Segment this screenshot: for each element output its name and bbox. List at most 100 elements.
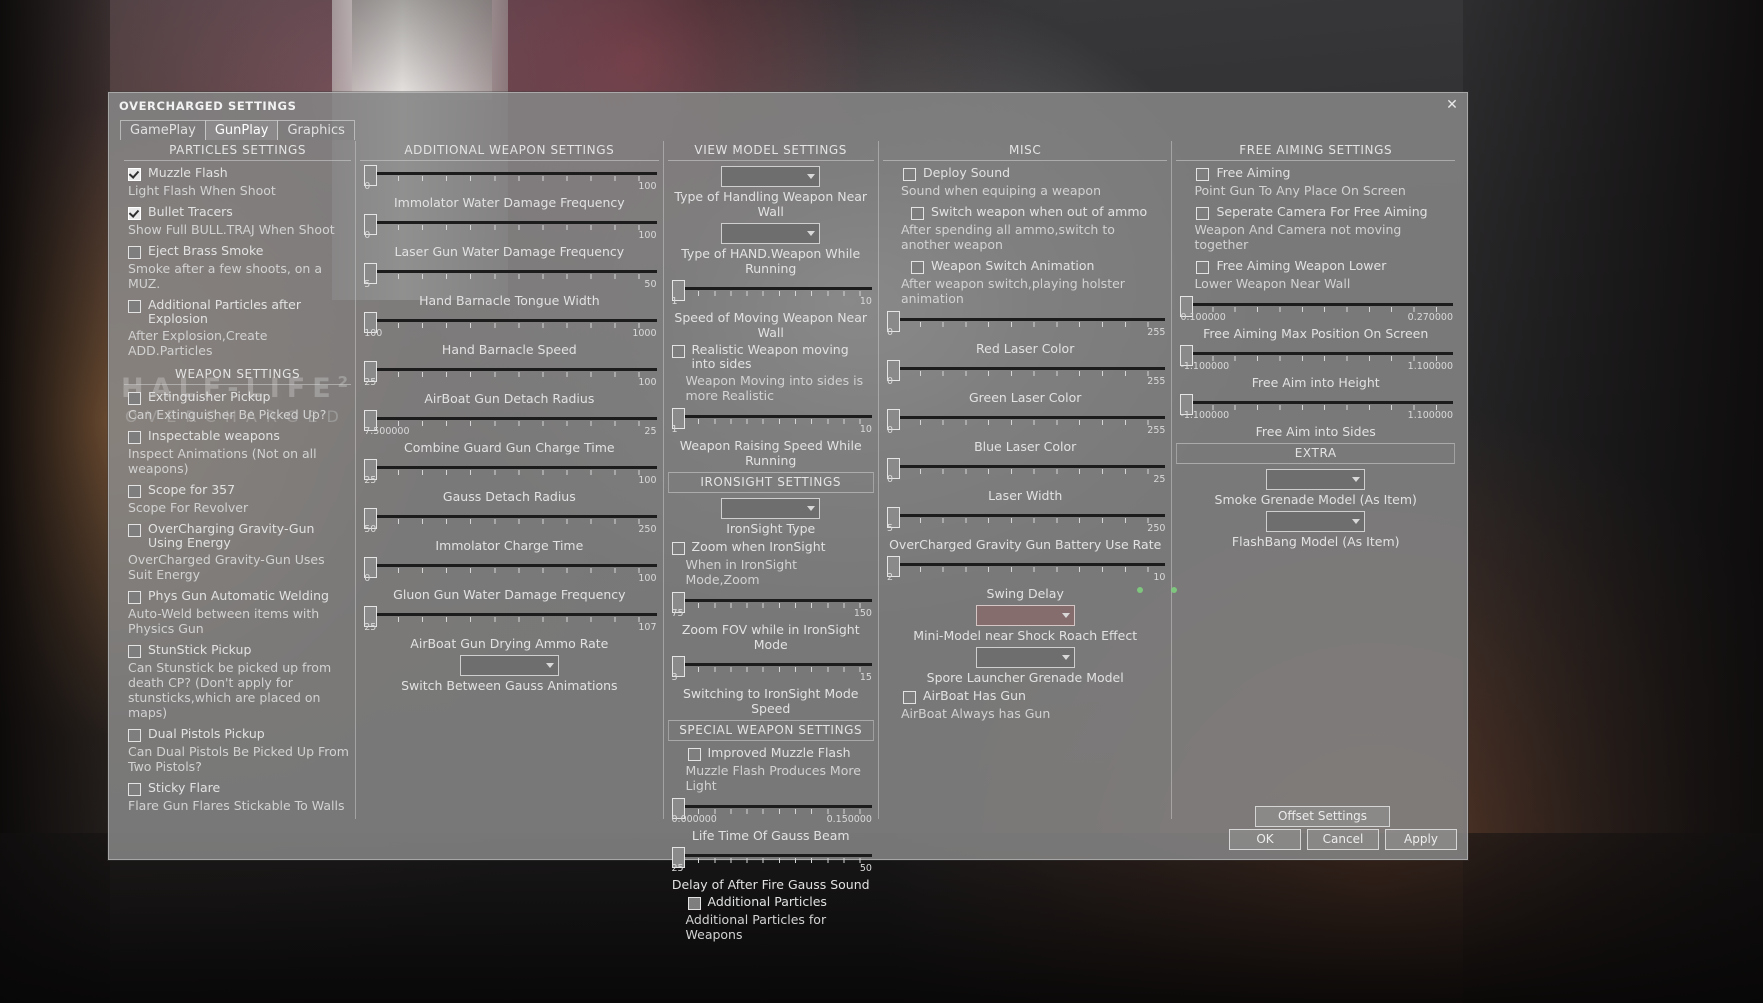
slider-immolator-water-damage-frequency[interactable]: 0 100 Immolator Water Damage Frequency: [360, 165, 658, 210]
checkbox-stunstick-pickup[interactable]: [128, 645, 141, 658]
checkbox-row[interactable]: Deploy Sound: [902, 166, 1167, 181]
checkbox-realistic-weapon-moving[interactable]: [671, 345, 685, 358]
tab-gameplay[interactable]: GamePlay: [120, 120, 206, 140]
close-icon[interactable]: ✕: [1443, 97, 1461, 115]
dropdown-flashbang-model[interactable]: [1266, 511, 1366, 532]
checkbox-additional-particles-explosion[interactable]: [128, 300, 141, 313]
slider-immolator-charge-time[interactable]: 50 250 Immolator Charge Time: [360, 508, 658, 553]
checkbox-row[interactable]: Bullet Tracers: [128, 205, 351, 220]
checkbox-free-aiming-weapon-lower[interactable]: [1196, 261, 1210, 274]
checkbox-row[interactable]: Realistic Weapon moving into sides: [671, 343, 874, 371]
checkbox-muzzle-flash[interactable]: [128, 168, 141, 181]
checkbox-scope-for-357[interactable]: [128, 485, 141, 498]
checkbox-row[interactable]: Zoom when IronSight: [671, 540, 874, 555]
option-description: Can Dual Pistols Be Picked Up From Two P…: [128, 744, 349, 774]
slider-gauss-detach-radius[interactable]: 25 100 Gauss Detach Radius: [360, 459, 658, 504]
slider-gravity-gun-battery-use-rate[interactable]: 5 250 OverCharged Gravity Gun Battery Use…: [883, 507, 1167, 552]
dropdown-mini-model-shock-roach[interactable]: [975, 605, 1075, 626]
checkbox-deploy-sound[interactable]: [902, 168, 916, 181]
checkbox-label: Muzzle Flash: [148, 165, 228, 180]
slider-life-time-gauss-beam[interactable]: 0.000000 0.150000 Life Time Of Gauss Beam: [668, 798, 874, 843]
slider-min: 25: [364, 622, 377, 633]
slider-combine-guard-gun-charge-time[interactable]: 7.500000 25 Combine Guard Gun Charge Time: [360, 410, 658, 455]
tab-gunplay[interactable]: GunPlay: [204, 120, 279, 140]
checkbox-row[interactable]: Sticky Flare: [128, 781, 351, 796]
dropdown-gauss-animations[interactable]: [459, 655, 559, 676]
checkbox-weapon-switch-animation[interactable]: [910, 261, 924, 274]
checkbox-row[interactable]: Free Aiming: [1196, 166, 1455, 181]
slider-max: 25: [644, 426, 657, 437]
dropdown-hand-weapon-while-running[interactable]: [721, 223, 821, 244]
chevron-down-icon: [1061, 613, 1070, 618]
slider-laser-gun-water-damage-frequency[interactable]: 0 100 Laser Gun Water Damage Frequency: [360, 214, 658, 259]
cancel-button[interactable]: Cancel: [1307, 829, 1379, 850]
checkbox-bullet-tracers[interactable]: [128, 207, 141, 220]
checkbox-free-aiming[interactable]: [1196, 168, 1210, 181]
checkbox-row[interactable]: Dual Pistols Pickup: [128, 727, 351, 742]
slider-red-laser-color[interactable]: 0 255 Red Laser Color: [883, 311, 1167, 356]
slider-max: 0.150000: [826, 814, 872, 825]
slider-delay-after-fire-gauss-sound[interactable]: 25 50 Delay of After Fire Gauss Sound: [668, 847, 874, 892]
slider-free-aim-into-sides[interactable]: -1.100000 1.100000 Free Aim into Sides: [1176, 394, 1455, 439]
apply-button[interactable]: Apply: [1385, 829, 1457, 850]
column-view-model-settings: VIEW MODEL SETTINGS Type of Handling Wea…: [662, 141, 878, 942]
slider-ironsight-switch-speed[interactable]: 3 15 Switching to IronSight Mode Speed: [668, 656, 874, 716]
slider-speed-moving-weapon-near-wall[interactable]: 1 10 Speed of Moving Weapon Near Wall: [668, 280, 874, 340]
slider-gluon-gun-water-damage-frequency[interactable]: 0 100 Gluon Gun Water Damage Frequency: [360, 557, 658, 602]
slider-hand-barnacle-speed[interactable]: 100 1000 Hand Barnacle Speed: [360, 312, 658, 357]
checkbox-phys-gun-auto-welding[interactable]: [128, 591, 141, 604]
slider-airboat-gun-drying-ammo-rate[interactable]: 25 107 AirBoat Gun Drying Ammo Rate: [360, 606, 658, 651]
checkbox-dual-pistols-pickup[interactable]: [128, 729, 141, 742]
slider-laser-width[interactable]: 0 25 Laser Width: [883, 458, 1167, 503]
checkbox-seperate-camera-free-aiming[interactable]: [1196, 207, 1210, 220]
checkbox-improved-muzzle-flash[interactable]: [687, 748, 701, 761]
slider-min: 3: [671, 672, 678, 683]
checkbox-row[interactable]: Eject Brass Smoke: [128, 244, 351, 259]
dropdown-spore-launcher-grenade-model[interactable]: [975, 647, 1075, 668]
tab-graphics[interactable]: Graphics: [277, 120, 355, 140]
slider-green-laser-color[interactable]: 0 255 Green Laser Color: [883, 360, 1167, 405]
slider-hand-barnacle-tongue-width[interactable]: 5 50 Hand Barnacle Tongue Width: [360, 263, 658, 308]
checkbox-row[interactable]: OverCharging Gravity-Gun Using Energy: [128, 522, 351, 550]
checkbox-row[interactable]: Extinguisher Pickup: [128, 390, 351, 405]
option-description: Sound when equiping a weapon: [900, 183, 1101, 198]
checkbox-label: Improved Muzzle Flash: [707, 745, 851, 760]
checkbox-row[interactable]: Additional Particles: [687, 895, 874, 910]
checkbox-row[interactable]: Muzzle Flash: [128, 166, 351, 181]
checkbox-overcharging-gravity-gun[interactable]: [128, 524, 141, 537]
offset-settings-button[interactable]: Offset Settings: [1255, 806, 1390, 827]
slider-zoom-fov-ironsight[interactable]: 75 150 Zoom FOV while in IronSight Mode: [668, 592, 874, 652]
checkbox-extinguisher-pickup[interactable]: [128, 392, 141, 405]
checkbox-row[interactable]: AirBoat Has Gun: [902, 689, 1167, 704]
checkbox-zoom-when-ironsight[interactable]: [671, 542, 685, 555]
checkbox-row[interactable]: Free Aiming Weapon Lower: [1196, 259, 1455, 274]
slider-free-aim-into-height[interactable]: -1.100000 1.100000 Free Aim into Height: [1176, 345, 1455, 390]
checkbox-row[interactable]: Weapon Switch Animation: [910, 259, 1167, 274]
dropdown-ironsight-type[interactable]: [721, 498, 821, 519]
checkbox-row[interactable]: Phys Gun Automatic Welding: [128, 589, 351, 604]
ok-button[interactable]: OK: [1229, 829, 1301, 850]
slider-swing-delay[interactable]: 2 10 Swing Delay: [883, 556, 1167, 601]
checkbox-row[interactable]: Switch weapon when out of ammo: [910, 205, 1167, 220]
slider-blue-laser-color[interactable]: 0 255 Blue Laser Color: [883, 409, 1167, 454]
slider-airboat-gun-detach-radius[interactable]: 25 100 AirBoat Gun Detach Radius: [360, 361, 658, 406]
checkbox-label: Seperate Camera For Free Aiming: [1216, 204, 1428, 219]
checkbox-row[interactable]: Seperate Camera For Free Aiming: [1196, 205, 1455, 220]
slider-weapon-raising-speed[interactable]: 1 10 Weapon Raising Speed While Running: [668, 408, 874, 468]
checkbox-sticky-flare[interactable]: [128, 783, 141, 796]
checkbox-inspectable-weapons[interactable]: [128, 431, 141, 444]
slider-max: 255: [1147, 327, 1166, 338]
checkbox-additional-particles[interactable]: [687, 897, 701, 910]
checkbox-row[interactable]: Inspectable weapons: [128, 429, 351, 444]
checkbox-row[interactable]: Scope for 357: [128, 483, 351, 498]
checkbox-row[interactable]: Improved Muzzle Flash: [687, 745, 874, 761]
slider-label: Laser Gun Water Damage Frequency: [394, 244, 625, 259]
checkbox-row[interactable]: StunStick Pickup: [128, 643, 351, 658]
checkbox-row[interactable]: Additional Particles after Explosion: [128, 298, 351, 326]
dropdown-smoke-grenade-model[interactable]: [1266, 469, 1366, 490]
checkbox-switch-weapon-out-of-ammo[interactable]: [910, 207, 924, 220]
dropdown-handling-weapon-near-wall[interactable]: [721, 166, 821, 187]
checkbox-eject-brass-smoke[interactable]: [128, 246, 141, 259]
checkbox-airboat-has-gun[interactable]: [902, 691, 916, 704]
slider-free-aiming-max-position[interactable]: 0.100000 0.270000 Free Aiming Max Positio…: [1176, 296, 1455, 341]
